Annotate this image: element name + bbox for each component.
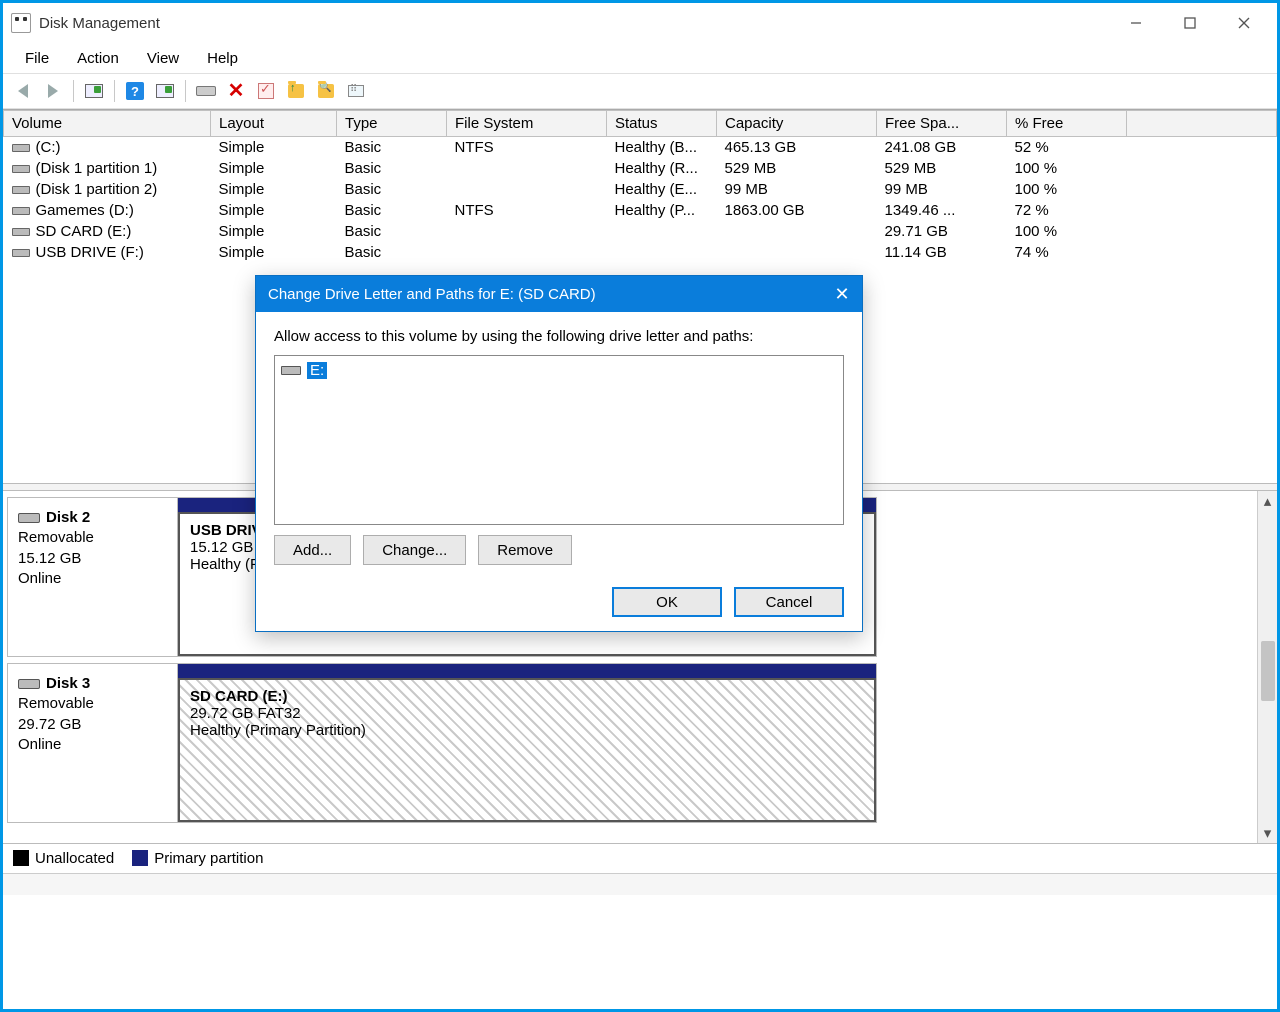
col-layout[interactable]: Layout (211, 111, 337, 137)
rescan-disks-button[interactable] (192, 77, 220, 105)
disk-size: 29.72 GB (18, 715, 167, 735)
drive-icon (12, 165, 30, 173)
refresh-icon (156, 84, 174, 98)
scroll-up-icon[interactable]: ▴ (1258, 491, 1277, 511)
disk-label: Disk 2 (46, 509, 90, 526)
dialog-title: Change Drive Letter and Paths for E: (SD… (268, 286, 596, 303)
list-item[interactable]: E: (281, 362, 837, 379)
change-drive-letter-dialog: Change Drive Letter and Paths for E: (SD… (255, 275, 863, 632)
window-title: Disk Management (39, 15, 160, 32)
disk-row[interactable]: Disk 3 Removable 29.72 GB Online SD CARD… (7, 663, 877, 823)
disk-state: Online (18, 569, 167, 589)
panel-icon (85, 84, 103, 98)
maximize-button[interactable] (1163, 5, 1217, 41)
disk-icon (18, 513, 40, 523)
x-icon: ✕ (228, 81, 245, 101)
drive-icon (12, 144, 30, 152)
refresh-button[interactable] (151, 77, 179, 105)
app-icon (11, 13, 31, 33)
swatch-primary (132, 850, 148, 866)
partition-block[interactable]: SD CARD (E:) 29.72 GB FAT32 Healthy (Pri… (178, 678, 876, 822)
delete-button[interactable]: ✕ (222, 77, 250, 105)
disk-state: Online (18, 735, 167, 755)
dialog-instruction: Allow access to this volume by using the… (274, 328, 844, 345)
drive-icon (12, 207, 30, 215)
folder-search-icon (318, 84, 334, 98)
disk-icon (18, 679, 40, 689)
minimize-button[interactable] (1109, 5, 1163, 41)
disk-kind: Removable (18, 528, 167, 548)
back-button[interactable] (9, 77, 37, 105)
forward-button[interactable] (39, 77, 67, 105)
properties-button[interactable] (342, 77, 370, 105)
menu-action[interactable]: Action (63, 46, 133, 71)
table-row[interactable]: SD CARD (E:)SimpleBasic29.71 GB100 % (4, 221, 1277, 242)
menubar: File Action View Help (3, 43, 1277, 73)
show-hide-tree-button[interactable] (80, 77, 108, 105)
col-pct[interactable]: % Free (1007, 111, 1127, 137)
help-icon: ? (126, 82, 144, 100)
change-button[interactable]: Change... (363, 535, 466, 565)
add-button[interactable]: Add... (274, 535, 351, 565)
statusbar (3, 873, 1277, 895)
legend-primary: Primary partition (154, 850, 263, 867)
disk-kind: Removable (18, 694, 167, 714)
dialog-close-button[interactable]: ✕ (822, 276, 862, 312)
remove-button[interactable]: Remove (478, 535, 572, 565)
properties-icon (348, 85, 364, 97)
help-button[interactable]: ? (121, 77, 149, 105)
separator (185, 80, 186, 102)
col-status[interactable]: Status (607, 111, 717, 137)
dialog-titlebar[interactable]: Change Drive Letter and Paths for E: (SD… (256, 276, 862, 312)
paths-listbox[interactable]: E: (274, 355, 844, 525)
disk-size: 15.12 GB (18, 549, 167, 569)
close-button[interactable] (1217, 5, 1271, 41)
ok-button[interactable]: OK (612, 587, 722, 617)
col-volume[interactable]: Volume (4, 111, 211, 137)
partition-size: 29.72 GB FAT32 (190, 705, 301, 722)
swatch-unallocated (13, 850, 29, 866)
disk-label: Disk 3 (46, 675, 90, 692)
col-free[interactable]: Free Spa... (877, 111, 1007, 137)
toolbar: ? ✕ (3, 73, 1277, 109)
table-row[interactable]: Gamemes (D:)SimpleBasicNTFSHealthy (P...… (4, 200, 1277, 221)
table-row[interactable]: USB DRIVE (F:)SimpleBasic11.14 GB74 % (4, 242, 1277, 263)
check-icon (258, 83, 274, 99)
menu-view[interactable]: View (133, 46, 193, 71)
drive-icon (12, 228, 30, 236)
scrollbar[interactable]: ▴ ▾ (1257, 491, 1277, 843)
legend-unallocated: Unallocated (35, 850, 114, 867)
drive-icon (281, 366, 301, 375)
drive-icon (12, 186, 30, 194)
table-row[interactable]: (Disk 1 partition 1)SimpleBasicHealthy (… (4, 158, 1277, 179)
folder-up-icon (288, 84, 304, 98)
arrow-right-icon (48, 84, 58, 98)
menu-file[interactable]: File (11, 46, 63, 71)
menu-help[interactable]: Help (193, 46, 252, 71)
col-extra[interactable] (1127, 111, 1277, 137)
titlebar: Disk Management (3, 3, 1277, 43)
arrow-left-icon (18, 84, 28, 98)
volume-table: Volume Layout Type File System Status Ca… (3, 110, 1277, 263)
disk-icon (196, 86, 216, 96)
legend: Unallocated Primary partition (3, 843, 1277, 873)
table-row[interactable]: (C:)SimpleBasicNTFSHealthy (B...465.13 G… (4, 137, 1277, 159)
separator (73, 80, 74, 102)
scroll-down-icon[interactable]: ▾ (1258, 823, 1277, 843)
mark-active-button[interactable] (252, 77, 280, 105)
drive-letter: E: (307, 362, 327, 379)
scroll-thumb[interactable] (1261, 641, 1275, 701)
explore-button[interactable] (282, 77, 310, 105)
col-fs[interactable]: File System (447, 111, 607, 137)
drive-icon (12, 249, 30, 257)
partition-title: SD CARD (E:) (190, 688, 288, 705)
separator (114, 80, 115, 102)
cancel-button[interactable]: Cancel (734, 587, 844, 617)
partition-status: Healthy (Primary Partition) (190, 722, 366, 739)
col-type[interactable]: Type (337, 111, 447, 137)
col-capacity[interactable]: Capacity (717, 111, 877, 137)
table-row[interactable]: (Disk 1 partition 2)SimpleBasicHealthy (… (4, 179, 1277, 200)
search-button[interactable] (312, 77, 340, 105)
partition-stripe (178, 664, 876, 678)
